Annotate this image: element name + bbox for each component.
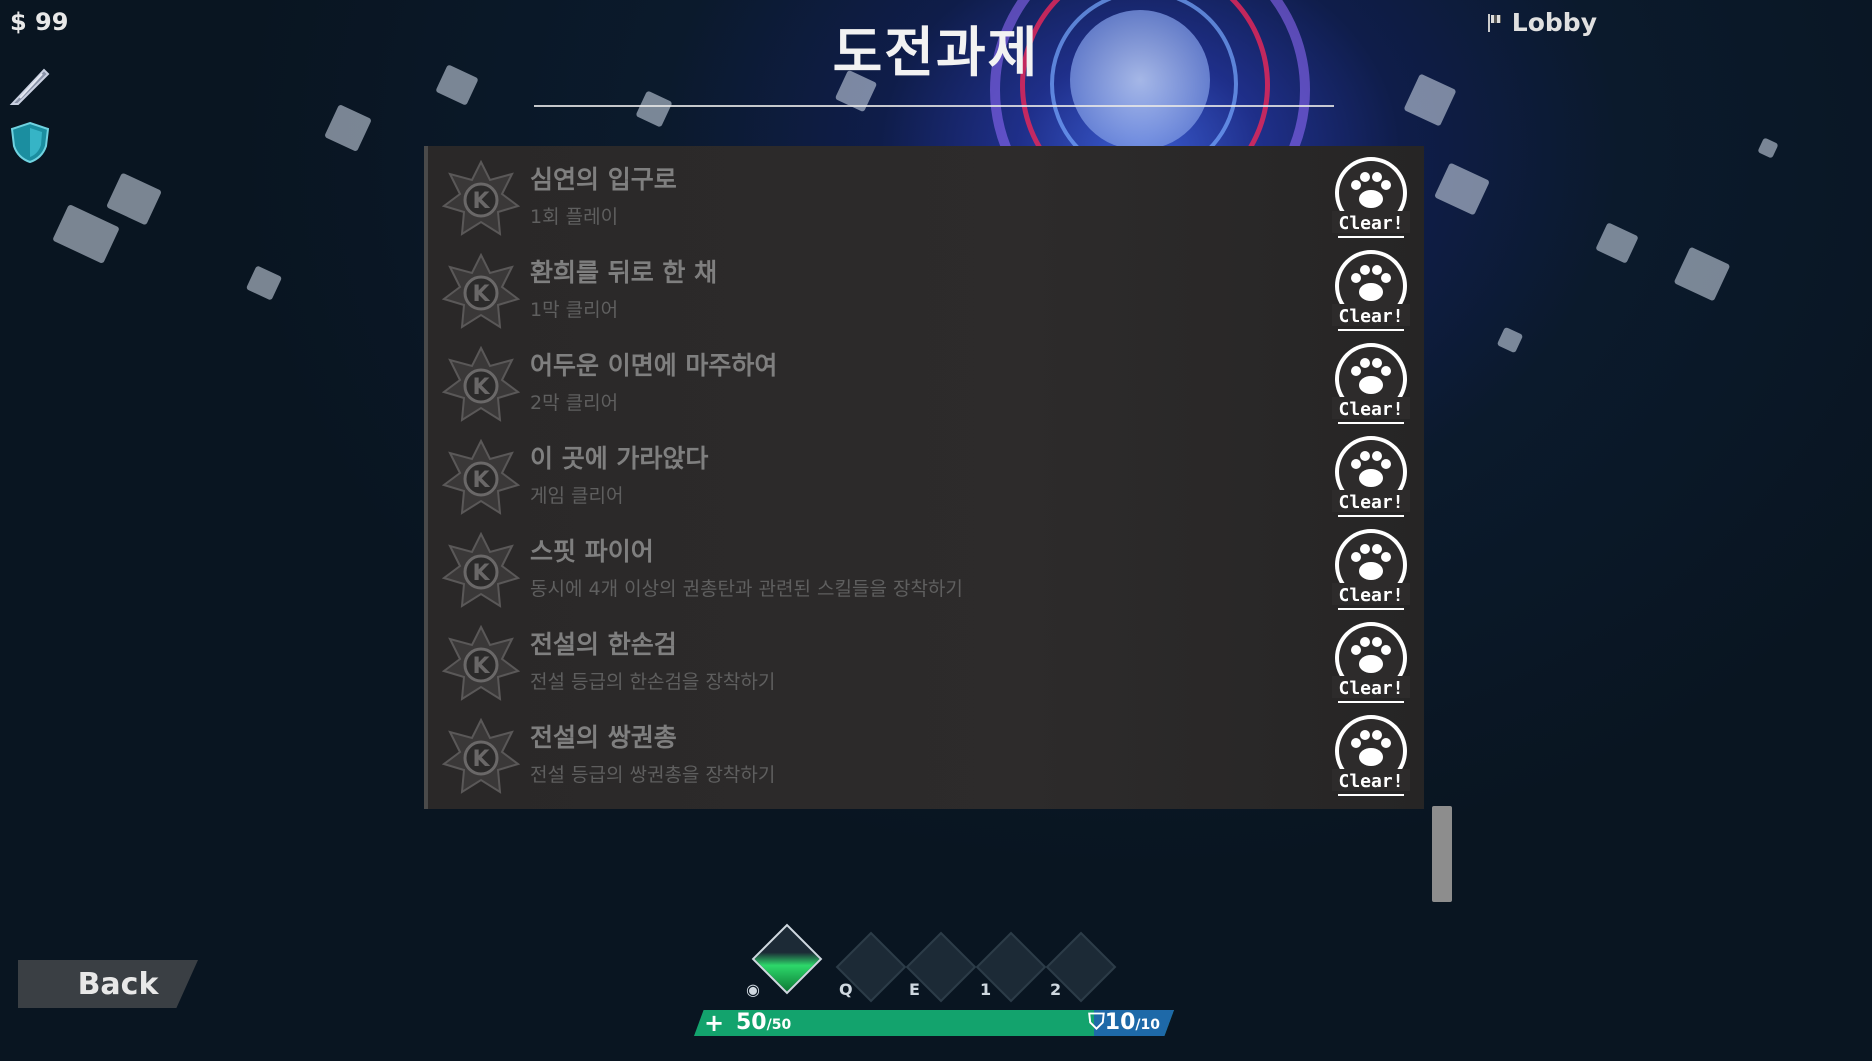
back-button-label: Back (77, 966, 159, 1002)
svg-text:K: K (472, 468, 490, 493)
skill-key-q: Q (839, 980, 853, 999)
paw-clear-badge-icon: Clear! (1332, 343, 1410, 424)
hp-current: 50 (736, 1010, 767, 1035)
achievement-name: 환희를 뒤로 한 채 (530, 258, 718, 287)
k-emblem-icon: K (442, 253, 520, 329)
k-emblem-icon: K (442, 439, 520, 515)
achievement-name: 심연의 입구로 (530, 165, 677, 194)
mouse-icon: ◉ (746, 980, 760, 999)
achievement-row[interactable]: K 이 곳에 가라앉다 게임 클리어 Clear! (424, 425, 1424, 530)
skill-key-1: 1 (980, 980, 992, 999)
achievement-desc: 게임 클리어 (530, 485, 624, 507)
clear-label: Clear! (1338, 306, 1403, 327)
svg-text:K: K (472, 282, 490, 307)
achievement-row[interactable]: K 심연의 입구로 1회 플레이 Clear! (424, 146, 1424, 251)
page-title: 도전과제 (832, 21, 1040, 84)
armor-value: ⛉10/10 (1088, 1010, 1160, 1035)
achievement-name: 스핏 파이어 (530, 537, 654, 566)
svg-text:K: K (472, 654, 490, 679)
paw-clear-badge-icon: Clear! (1332, 250, 1410, 331)
skill-key-2: 2 (1050, 980, 1062, 999)
achievement-desc: 1막 클리어 (530, 299, 619, 321)
k-emblem-icon: K (442, 346, 520, 422)
skill-key-e: E (909, 980, 920, 999)
achievement-list[interactable]: K 심연의 입구로 1회 플레이 Clear! K 환희를 뒤로 한 채 1막 … (424, 146, 1424, 946)
armor-current: 10 (1104, 1010, 1136, 1035)
list-scrollbar-thumb[interactable] (1432, 806, 1452, 902)
clear-label: Clear! (1338, 492, 1403, 513)
k-emblem-icon: K (442, 625, 520, 701)
hp-max: /50 (766, 1017, 792, 1033)
paw-clear-badge-icon: Clear! (1332, 622, 1410, 703)
achievement-row[interactable]: K 스핏 파이어 동시에 4개 이상의 권총탄과 관련된 스킬들을 장착하기 C… (424, 518, 1424, 623)
achievement-row[interactable]: K 전설의 쌍권총 전설 등급의 쌍권총을 장착하기 Clear! (424, 704, 1424, 809)
achievement-name: 어두운 이면에 마주하여 (530, 351, 778, 380)
title-divider (534, 105, 1334, 107)
achievement-row[interactable]: K 전설의 한손검 전설 등급의 한손검을 장착하기 Clear! (424, 611, 1424, 716)
svg-text:K: K (472, 375, 490, 400)
achievement-name: 이 곳에 가라앉다 (530, 444, 709, 473)
paw-clear-badge-icon: Clear! (1332, 715, 1410, 796)
achievement-desc: 2막 클리어 (530, 392, 619, 414)
shield-icon (10, 121, 50, 164)
achievement-desc: 동시에 4개 이상의 권총탄과 관련된 스킬들을 장착하기 (530, 578, 963, 600)
back-button[interactable]: Back (18, 960, 198, 1008)
health-armor-bar: + 50/50 ⛉10/10 (694, 1010, 1174, 1036)
k-emblem-icon: K (442, 532, 520, 608)
svg-text:K: K (472, 189, 490, 214)
health-value: 50/50 (736, 1010, 792, 1036)
achievement-row[interactable]: K 환희를 뒤로 한 채 1막 클리어 Clear! (424, 239, 1424, 344)
armor-max: /10 (1135, 1017, 1160, 1033)
achievement-desc: 전설 등급의 한손검을 장착하기 (530, 671, 776, 693)
clear-label: Clear! (1338, 678, 1403, 699)
paw-clear-badge-icon: Clear! (1332, 529, 1410, 610)
paw-clear-badge-icon: Clear! (1332, 436, 1410, 517)
k-emblem-icon: K (442, 718, 520, 794)
clear-label: Clear! (1338, 399, 1403, 420)
k-emblem-icon: K (442, 160, 520, 236)
paw-clear-badge-icon: Clear! (1332, 157, 1410, 238)
svg-text:K: K (472, 561, 490, 586)
svg-text:K: K (472, 747, 490, 772)
achievement-name: 전설의 한손검 (530, 630, 677, 659)
clear-label: Clear! (1338, 771, 1403, 792)
achievement-desc: 전설 등급의 쌍권총을 장착하기 (530, 764, 776, 786)
plus-icon: + (704, 1009, 725, 1037)
achievement-desc: 1회 플레이 (530, 206, 619, 228)
clear-label: Clear! (1338, 585, 1403, 606)
achievement-row[interactable]: K 어두운 이면에 마주하여 2막 클리어 Clear! (424, 332, 1424, 437)
achievement-name: 전설의 쌍권총 (530, 723, 677, 752)
clear-label: Clear! (1338, 213, 1403, 234)
